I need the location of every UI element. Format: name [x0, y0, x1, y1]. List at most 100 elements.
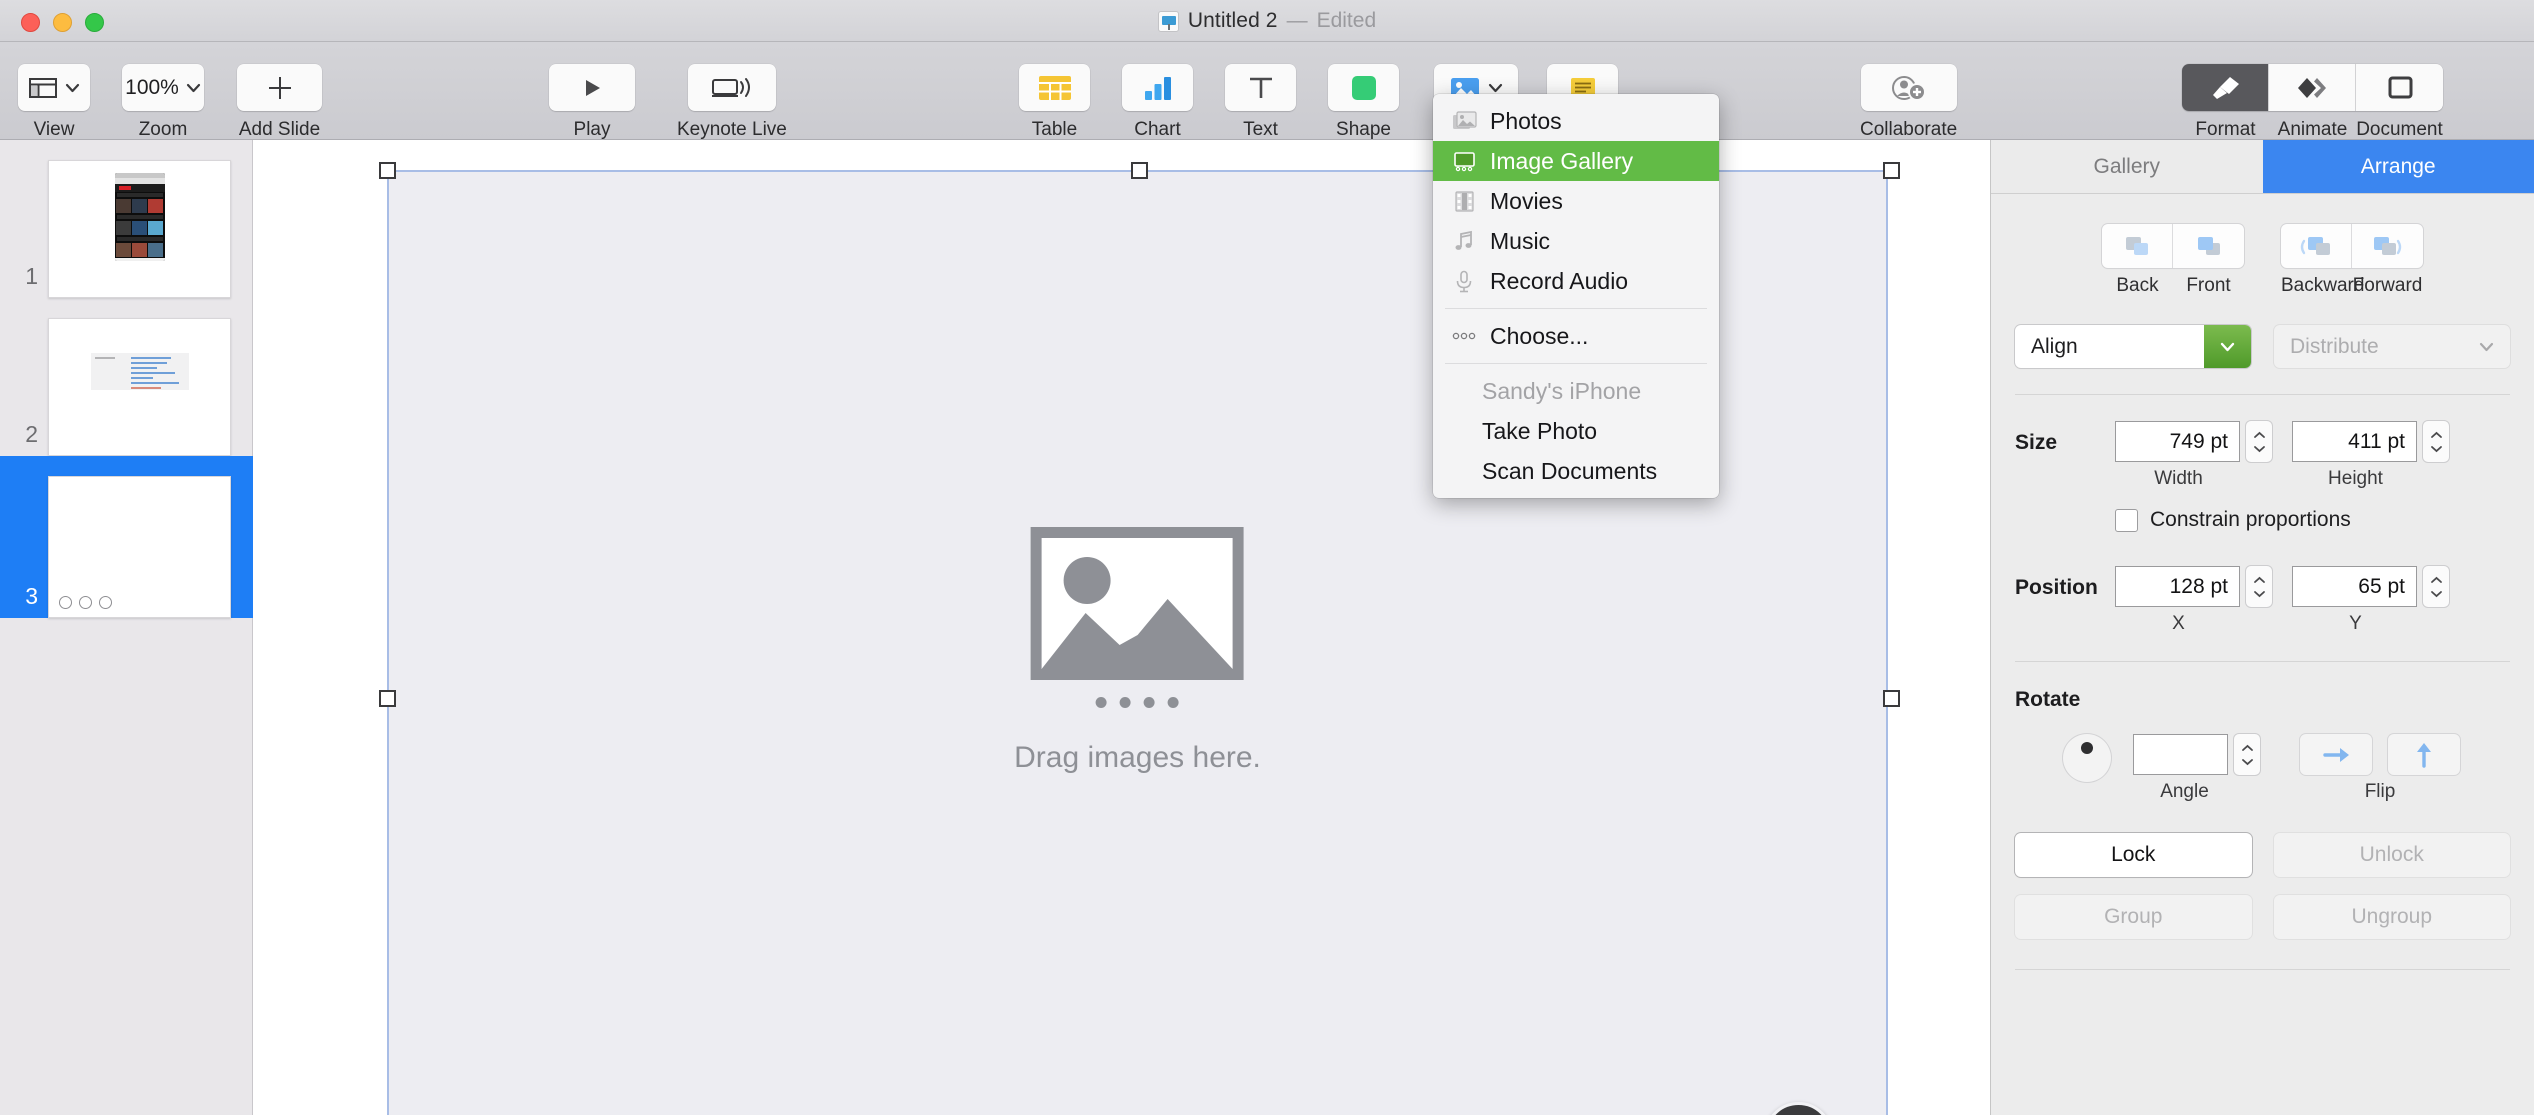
menu-header-device: Sandy's iPhone — [1482, 377, 1642, 404]
width-stepper[interactable] — [2246, 421, 2272, 462]
position-y-stepper[interactable] — [2423, 566, 2449, 607]
send-to-back-button[interactable] — [2102, 224, 2173, 268]
inspector-toggle-group: Format Animate Document — [2182, 64, 2443, 141]
flip-horizontal-button[interactable] — [2300, 734, 2372, 775]
resize-handle-top-right[interactable] — [1883, 162, 1900, 179]
format-toggle-button[interactable] — [2182, 64, 2269, 111]
resize-handle-middle-left[interactable] — [379, 690, 396, 707]
menu-item-image-gallery[interactable]: Image Gallery — [1433, 141, 1719, 181]
angle-input[interactable] — [2133, 734, 2228, 775]
position-y-input[interactable]: 65 pt — [2292, 566, 2417, 607]
document-square-icon — [2388, 76, 2412, 98]
constrain-proportions-checkbox[interactable] — [2115, 508, 2138, 532]
shape-button[interactable] — [1328, 64, 1399, 111]
width-input[interactable]: 749 pt — [2115, 421, 2240, 462]
resize-handle-middle-right[interactable] — [1883, 690, 1900, 707]
angle-sub-label: Angle — [2160, 781, 2209, 802]
flip-vertical-button[interactable] — [2388, 734, 2460, 775]
height-sub-label: Height — [2328, 468, 2383, 489]
slide-number: 2 — [25, 421, 38, 447]
slide-thumbnail-2[interactable]: 2 — [0, 298, 253, 456]
ungroup-button[interactable]: Ungroup — [2273, 895, 2510, 939]
chart-button[interactable] — [1122, 64, 1193, 111]
menu-item-music[interactable]: Music — [1433, 221, 1719, 261]
distribute-label: Distribute — [2290, 334, 2379, 358]
add-slide-control: Add Slide — [237, 64, 322, 141]
resize-handle-top-left[interactable] — [379, 162, 396, 179]
play-triangle-icon — [586, 79, 600, 96]
arrange-panel: Back Front Backward Forward Align Distri… — [1991, 224, 2534, 970]
distribute-popup-button[interactable]: Distribute — [2274, 325, 2510, 368]
menu-item-choose[interactable]: Choose... — [1433, 316, 1719, 356]
menu-item-take-photo[interactable]: Take Photo — [1433, 411, 1719, 451]
slide-canvas[interactable]: Drag images here. — [254, 140, 1989, 1115]
main-toolbar: View 100% Zoom Add Slide Play Keynote Li… — [0, 42, 2534, 140]
position-x-stepper[interactable] — [2246, 566, 2272, 607]
angle-stepper[interactable] — [2234, 734, 2260, 775]
menu-item-scan-documents[interactable]: Scan Documents — [1433, 451, 1719, 491]
flip-horizontal-icon — [2323, 747, 2349, 762]
gallery-dots-thumb — [59, 596, 112, 609]
chevron-up-icon — [2253, 431, 2265, 438]
bring-to-front-button[interactable] — [2173, 224, 2244, 268]
tab-gallery[interactable]: Gallery — [1991, 140, 2263, 193]
image-placeholder-icon — [1030, 527, 1244, 680]
format-inspector: Gallery Arrange Back Front Backward Forw… — [1990, 140, 2534, 1115]
backward-forward-group: Backward Forward — [2281, 224, 2423, 297]
keynote-live-button[interactable] — [687, 64, 776, 111]
table-label: Table — [1031, 119, 1078, 140]
film-strip-icon — [1451, 188, 1477, 214]
view-button[interactable] — [18, 64, 90, 111]
position-x-input[interactable]: 128 pt — [2115, 566, 2240, 607]
constrain-proportions-row[interactable]: Constrain proportions — [2115, 508, 2510, 532]
window-title: Untitled 2 — Edited — [0, 0, 2534, 42]
size-row: Size 749 pt Width 411 pt Height — [2015, 421, 2510, 490]
table-control: Table — [1019, 64, 1090, 141]
flip-sub-label: Flip — [2364, 781, 2396, 802]
height-stepper[interactable] — [2423, 421, 2449, 462]
menu-item-movies[interactable]: Movies — [1433, 181, 1719, 221]
table-button[interactable] — [1019, 64, 1090, 111]
microphone-icon — [1451, 268, 1477, 294]
group-button[interactable]: Group — [2015, 895, 2252, 939]
menu-separator — [1445, 308, 1707, 309]
menu-item-record-audio[interactable]: Record Audio — [1433, 261, 1719, 301]
lock-button[interactable]: Lock — [2015, 833, 2252, 877]
back-front-group: Back Front — [2102, 224, 2244, 297]
height-input[interactable]: 411 pt — [2292, 421, 2417, 462]
tab-arrange[interactable]: Arrange — [2262, 140, 2534, 193]
menu-label: Record Audio — [1490, 267, 1629, 294]
title-separator: — — [1286, 9, 1308, 32]
text-button[interactable] — [1225, 64, 1296, 111]
animate-toggle-button[interactable] — [2269, 64, 2356, 111]
x-field-group: 128 pt X — [2115, 566, 2272, 635]
animate-diamonds-icon — [2298, 77, 2326, 98]
send-backward-icon — [2300, 237, 2330, 255]
image-replace-badge[interactable] — [1764, 1102, 1833, 1115]
slide-navigator[interactable]: 1 2 3 — [0, 140, 253, 1115]
send-backward-button[interactable] — [2281, 224, 2352, 268]
width-sub-label: Width — [2154, 468, 2203, 489]
divider — [2015, 661, 2510, 662]
resize-handle-top-center[interactable] — [1131, 162, 1148, 179]
add-slide-button[interactable] — [237, 64, 322, 111]
collaborate-button[interactable] — [1860, 64, 1957, 111]
media-dropdown-menu[interactable]: Photos Image Gallery Movies Music Record… — [1433, 94, 1719, 498]
document-toggle-button[interactable] — [2356, 64, 2443, 111]
play-button[interactable] — [549, 64, 635, 111]
shape-control: Shape — [1328, 64, 1399, 141]
plus-icon — [268, 76, 291, 99]
rotation-knob[interactable] — [2063, 734, 2111, 782]
menu-item-photos[interactable]: Photos — [1433, 101, 1719, 141]
unlock-button[interactable]: Unlock — [2273, 833, 2510, 877]
bring-forward-button[interactable] — [2352, 224, 2423, 268]
photos-stack-icon — [1451, 108, 1477, 134]
slide-thumbnail-1[interactable]: 1 — [0, 140, 253, 298]
view-layout-icon — [28, 77, 57, 98]
align-popup-button[interactable]: Align — [2015, 325, 2251, 368]
phone-screenshot-thumb — [114, 173, 165, 261]
slide-thumbnail-3[interactable]: 3 — [0, 456, 253, 618]
zoom-button[interactable]: 100% — [122, 64, 204, 111]
width-field-group: 749 pt Width — [2115, 421, 2272, 490]
chevron-down-icon — [2430, 445, 2442, 452]
